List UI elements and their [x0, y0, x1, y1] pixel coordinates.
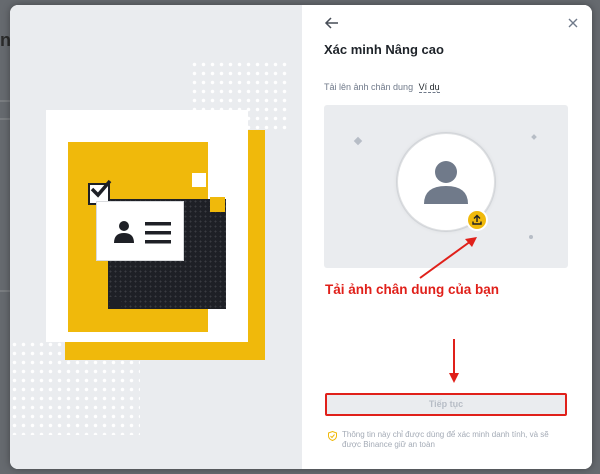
background-line: [0, 290, 10, 292]
verification-modal: Xác minh Nâng cao Tải lên ảnh chân dung …: [10, 5, 592, 469]
background-line: [0, 100, 10, 102]
security-note-text: Thông tin này chỉ được dùng để xác minh …: [342, 430, 549, 449]
continue-button[interactable]: Tiếp tục: [325, 393, 567, 416]
id-card-icon: [96, 201, 184, 261]
illustration-square: [210, 197, 225, 212]
decorative-dot: [529, 235, 533, 239]
shield-check-icon: [328, 431, 337, 441]
example-link[interactable]: Ví dụ: [418, 82, 440, 93]
decorative-diamond: [531, 134, 537, 140]
upload-label: Tải lên ảnh chân dung: [324, 82, 414, 92]
illustration-square: [110, 297, 121, 308]
illustration-panel: [10, 5, 302, 469]
upload-button[interactable]: [466, 209, 488, 231]
avatar-icon: [424, 161, 468, 204]
decorative-diamond: [353, 136, 363, 146]
illustration-square: [192, 173, 206, 187]
upload-icon: [472, 214, 482, 225]
security-note: Thông tin này chỉ được dùng để xác minh …: [328, 430, 568, 450]
upload-label-row: Tải lên ảnh chân dung Ví dụ: [324, 82, 440, 93]
annotation-text: Tải ảnh chân dung của bạn: [325, 282, 500, 297]
background-line: [0, 118, 10, 120]
form-panel: Xác minh Nâng cao Tải lên ảnh chân dung …: [302, 5, 592, 469]
close-icon[interactable]: [566, 16, 580, 30]
page-title: Xác minh Nâng cao: [324, 42, 444, 57]
back-arrow-icon[interactable]: [324, 15, 340, 31]
photo-upload-area[interactable]: [324, 105, 568, 268]
